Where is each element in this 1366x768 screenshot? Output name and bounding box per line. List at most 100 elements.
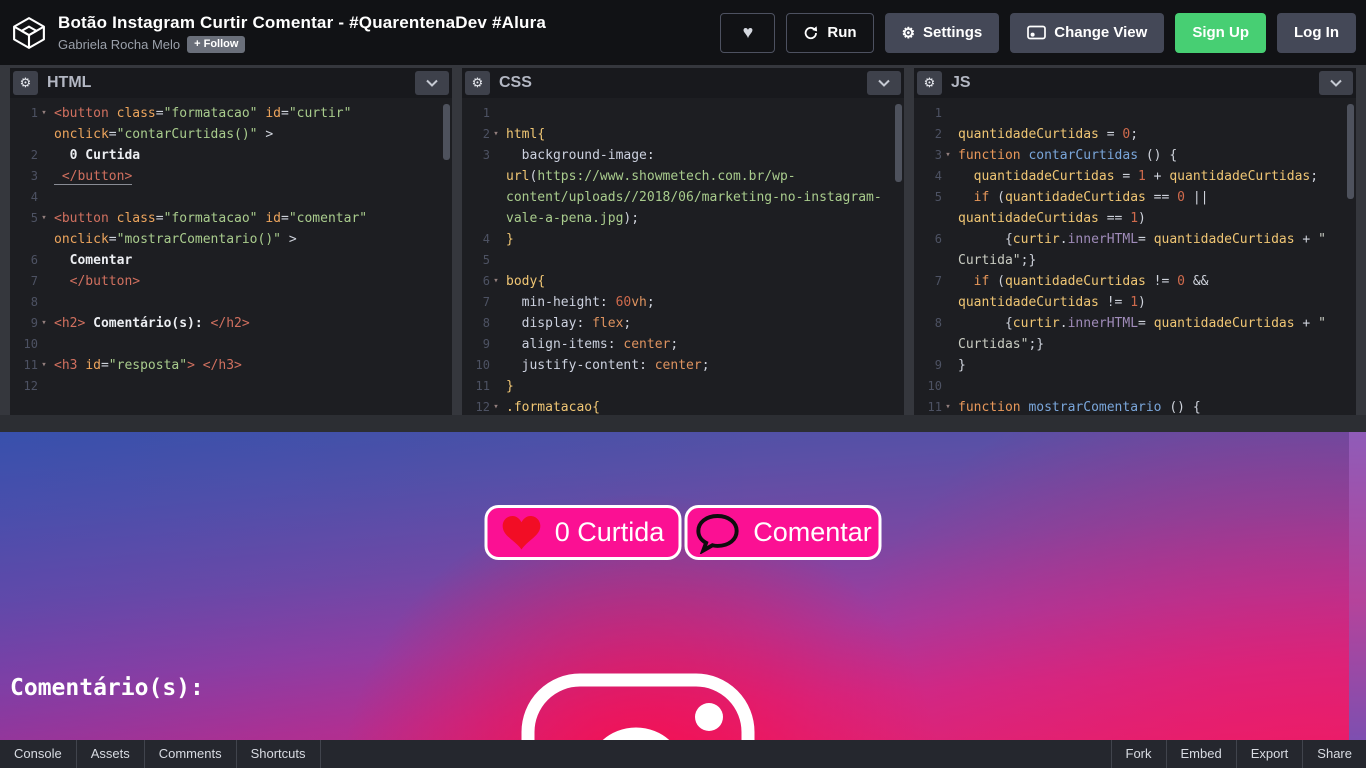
code-line: min-height: 60vh; [502, 292, 655, 313]
code-token: background-image [506, 148, 647, 163]
gear-icon[interactable]: ⚙ [465, 71, 490, 95]
code-token: = [101, 358, 109, 373]
code-row: 10 [10, 334, 452, 355]
fold-arrow-icon[interactable]: ▾ [38, 103, 50, 124]
fold-arrow-icon[interactable]: ▾ [490, 124, 502, 145]
line-number: 3 [914, 145, 942, 166]
chevron-down-icon [426, 79, 438, 87]
code-row: 5 [462, 250, 904, 271]
fold-gutter [38, 187, 50, 208]
code-row: 11▾function mostrarComentario () { [914, 397, 1356, 415]
code-token: { [537, 274, 545, 289]
code-token: : [647, 148, 655, 163]
top-header: Botão Instagram Curtir Comentar - #Quare… [0, 0, 1366, 65]
fold-arrow-icon[interactable]: ▾ [490, 397, 502, 415]
line-number: 3 [10, 166, 38, 187]
code-line: quantidadeCurtidas != 1) [954, 292, 1146, 313]
fold-arrow-icon[interactable]: ▾ [38, 313, 50, 334]
code-token: function [958, 400, 1021, 415]
collapse-js-button[interactable] [1319, 71, 1353, 95]
line-number: 12 [10, 376, 38, 397]
code-row: 6 {curtir.innerHTML= quantidadeCurtidas … [914, 229, 1356, 250]
line-number [914, 208, 942, 229]
collapse-css-button[interactable] [867, 71, 901, 95]
footer-tab-embed[interactable]: Embed [1166, 740, 1236, 768]
js-editor[interactable]: 12quantidadeCurtidas = 0;3▾function cont… [914, 98, 1356, 415]
run-button[interactable]: Run [786, 13, 873, 53]
code-token: } [958, 358, 966, 373]
fold-gutter [490, 355, 502, 376]
fold-gutter [942, 292, 954, 313]
follow-button[interactable]: + Follow [187, 36, 245, 53]
footer-tab-export[interactable]: Export [1236, 740, 1303, 768]
code-row: 4 quantidadeCurtidas = 1 + quantidadeCur… [914, 166, 1356, 187]
code-token: ( [989, 274, 1005, 289]
code-row: 1 [914, 103, 1356, 124]
login-button[interactable]: Log In [1277, 13, 1356, 53]
code-row: 3▾function contarCurtidas () { [914, 145, 1356, 166]
comment-button[interactable]: Comentar [685, 505, 882, 560]
code-line: 0 Curtida [50, 145, 140, 166]
scrollbar-thumb[interactable] [895, 104, 902, 182]
change-view-button[interactable]: Change View [1010, 13, 1164, 53]
love-button[interactable]: ♥ [720, 13, 775, 53]
code-token: quantidadeCurtidas [1154, 232, 1295, 247]
fold-arrow-icon[interactable]: ▾ [490, 271, 502, 292]
code-token: ;} [1021, 253, 1037, 268]
code-token: > [258, 127, 274, 142]
css-editor[interactable]: 12▾html{3 background-image:url(https://w… [462, 98, 904, 415]
pen-title-block: Botão Instagram Curtir Comentar - #Quare… [58, 13, 546, 53]
code-token: innerHTML [1068, 232, 1138, 247]
settings-button[interactable]: ⚙ Settings [885, 13, 1000, 53]
author-name[interactable]: Gabriela Rocha Melo [58, 37, 180, 52]
fold-gutter [38, 166, 50, 187]
footer-tab-console[interactable]: Console [0, 740, 77, 768]
change-view-icon [1027, 25, 1046, 40]
code-token: .formatacao [506, 400, 592, 415]
line-number [914, 250, 942, 271]
code-row: 9▾<h2> Comentário(s): </h2> [10, 313, 452, 334]
footer-tab-fork[interactable]: Fork [1111, 740, 1166, 768]
line-number [462, 208, 490, 229]
panel-resize-strip[interactable] [0, 415, 1366, 432]
code-row: 8 display: flex; [462, 313, 904, 334]
footer-tab-assets[interactable]: Assets [77, 740, 145, 768]
fold-gutter [38, 250, 50, 271]
code-token: quantidadeCurtidas [974, 169, 1115, 184]
footer-tab-shortcuts[interactable]: Shortcuts [237, 740, 321, 768]
line-number: 11 [10, 355, 38, 376]
html-editor[interactable]: 1▾<button class="formatacao" id="curtir"… [10, 98, 452, 415]
code-row: 5 if (quantidadeCurtidas == 0 || [914, 187, 1356, 208]
scrollbar-thumb[interactable] [1347, 104, 1354, 199]
code-line: align-items: center; [502, 334, 678, 355]
code-token: + [1295, 316, 1318, 331]
code-token [195, 358, 203, 373]
code-token: if [974, 274, 990, 289]
code-token: id [265, 106, 281, 121]
codepen-logo-icon[interactable] [12, 16, 46, 50]
code-row: 11▾<h3 id="resposta"> </h3> [10, 355, 452, 376]
like-button[interactable]: 0 Curtida [485, 505, 682, 560]
footer-tab-share[interactable]: Share [1302, 740, 1366, 768]
codepen-app: Botão Instagram Curtir Comentar - #Quare… [0, 0, 1366, 768]
code-token: : [576, 316, 592, 331]
code-token: = [156, 106, 164, 121]
footer-tab-comments[interactable]: Comments [145, 740, 237, 768]
code-token: quantidadeCurtidas [958, 127, 1099, 142]
signup-button[interactable]: Sign Up [1175, 13, 1266, 53]
fold-arrow-icon[interactable]: ▾ [38, 355, 50, 376]
fold-arrow-icon[interactable]: ▾ [942, 145, 954, 166]
collapse-html-button[interactable] [415, 71, 449, 95]
code-token: { [592, 400, 600, 415]
gear-icon[interactable]: ⚙ [917, 71, 942, 95]
code-token: . [1060, 316, 1068, 331]
code-token: body [506, 274, 537, 289]
line-number [10, 229, 38, 250]
gear-icon[interactable]: ⚙ [13, 71, 38, 95]
code-token: } [506, 379, 514, 394]
fold-gutter [38, 229, 50, 250]
scrollbar-thumb[interactable] [443, 104, 450, 160]
code-token: function [958, 148, 1021, 163]
fold-arrow-icon[interactable]: ▾ [38, 208, 50, 229]
fold-arrow-icon[interactable]: ▾ [942, 397, 954, 415]
